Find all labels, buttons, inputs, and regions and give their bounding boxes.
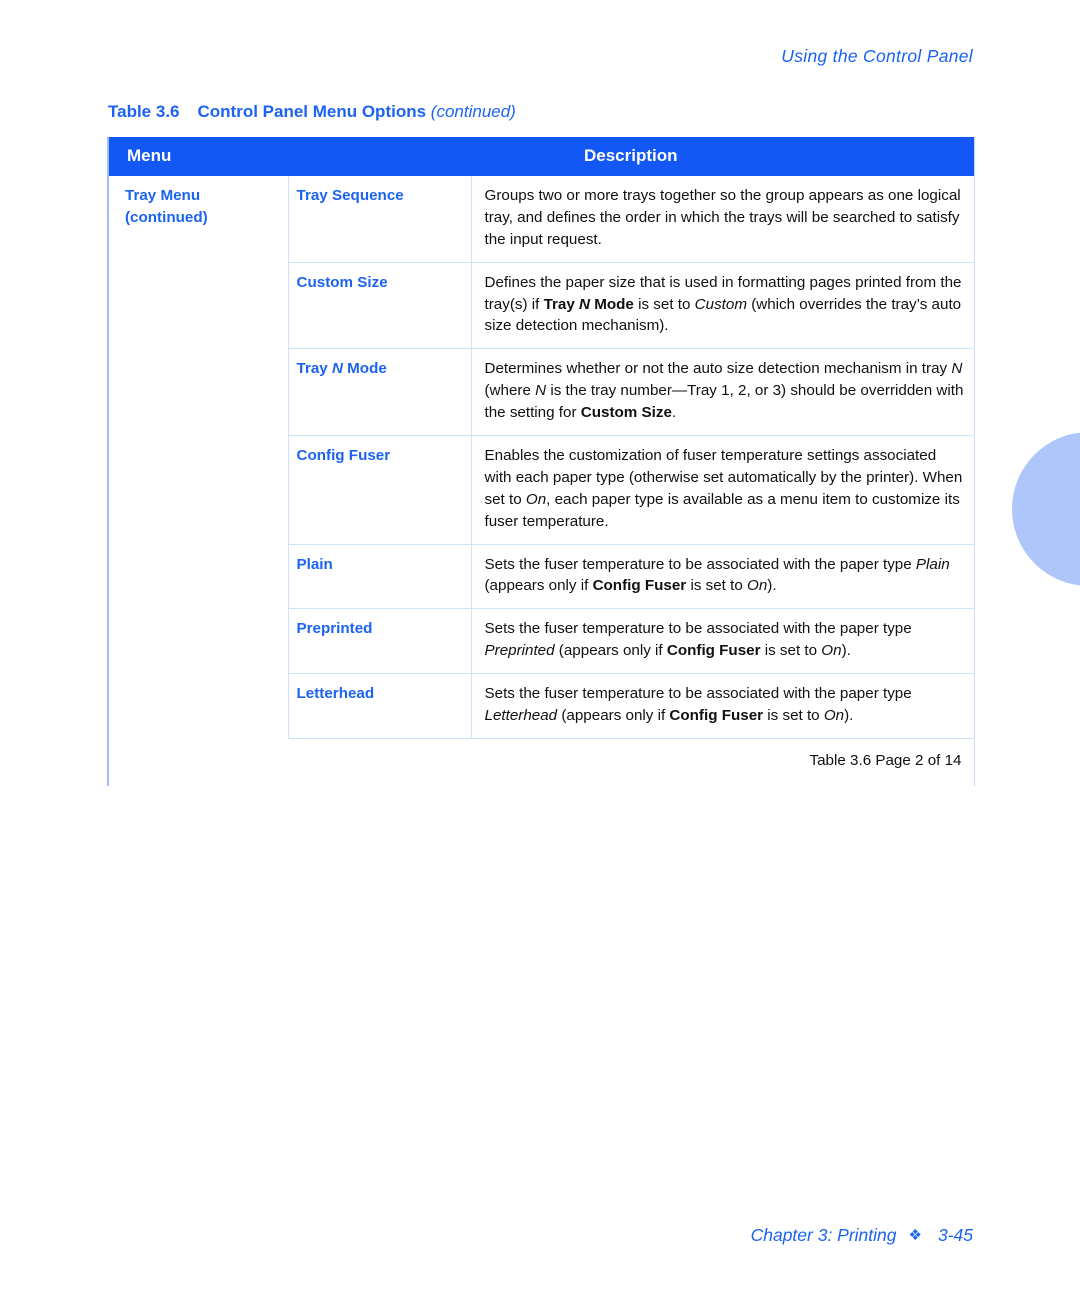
thumb-tab-decoration bbox=[1012, 432, 1080, 586]
option-description-preprinted: Sets the fuser temperature to be associa… bbox=[471, 608, 974, 675]
table-caption-row: Table 3.6 Page 2 of 14 bbox=[108, 738, 974, 785]
table-row: Tray Menu (continued) Tray Sequence Grou… bbox=[108, 176, 974, 263]
option-label-tray-sequence: Tray Sequence bbox=[287, 176, 472, 263]
table-title: Table 3.6 Control Panel Menu Options (con… bbox=[108, 102, 516, 122]
table-continued-label: (continued) bbox=[430, 102, 516, 121]
table-number: Table 3.6 bbox=[108, 102, 180, 121]
option-label-letterhead: Letterhead bbox=[287, 673, 472, 739]
menu-group-continued: (continued) bbox=[125, 208, 208, 226]
option-label-preprinted: Preprinted bbox=[287, 608, 472, 675]
caption-spacer bbox=[108, 738, 288, 785]
option-label-config-fuser: Config Fuser bbox=[287, 435, 472, 545]
option-label-plain: Plain bbox=[287, 544, 472, 610]
option-description-custom-size: Defines the paper size that is used in f… bbox=[471, 262, 974, 350]
option-description-tray-sequence: Groups two or more trays together so the… bbox=[471, 176, 974, 263]
diamond-icon: ❖ bbox=[908, 1227, 922, 1244]
menu-group-name: Tray Menu bbox=[125, 187, 201, 204]
table-header-row: Menu Description bbox=[108, 137, 974, 176]
table-title-text: Control Panel Menu Options bbox=[197, 102, 427, 121]
column-header-description: Description bbox=[288, 137, 974, 176]
running-head: Using the Control Panel bbox=[781, 46, 973, 66]
footer-chapter-label: Chapter 3: Printing bbox=[750, 1225, 897, 1245]
control-panel-menu-options-table: Menu Description Tray Menu (continued) T… bbox=[107, 137, 975, 786]
option-description-config-fuser: Enables the customization of fuser tempe… bbox=[471, 435, 974, 545]
footer-page-number: 3-45 bbox=[937, 1225, 973, 1245]
option-description-tray-n-mode: Determines whether or not the auto size … bbox=[471, 348, 974, 437]
table-page-caption: Table 3.6 Page 2 of 14 bbox=[809, 751, 962, 769]
option-description-letterhead: Sets the fuser temperature to be associa… bbox=[471, 673, 974, 739]
option-label-tray-n-mode: Tray N Mode bbox=[287, 348, 472, 437]
column-header-menu: Menu bbox=[108, 137, 288, 176]
option-label-custom-size: Custom Size bbox=[287, 262, 472, 350]
menu-group-cell: Tray Menu (continued) bbox=[108, 176, 288, 738]
option-description-plain: Sets the fuser temperature to be associa… bbox=[471, 544, 974, 610]
page-footer: Chapter 3: Printing ❖ 3-45 bbox=[751, 1225, 973, 1246]
